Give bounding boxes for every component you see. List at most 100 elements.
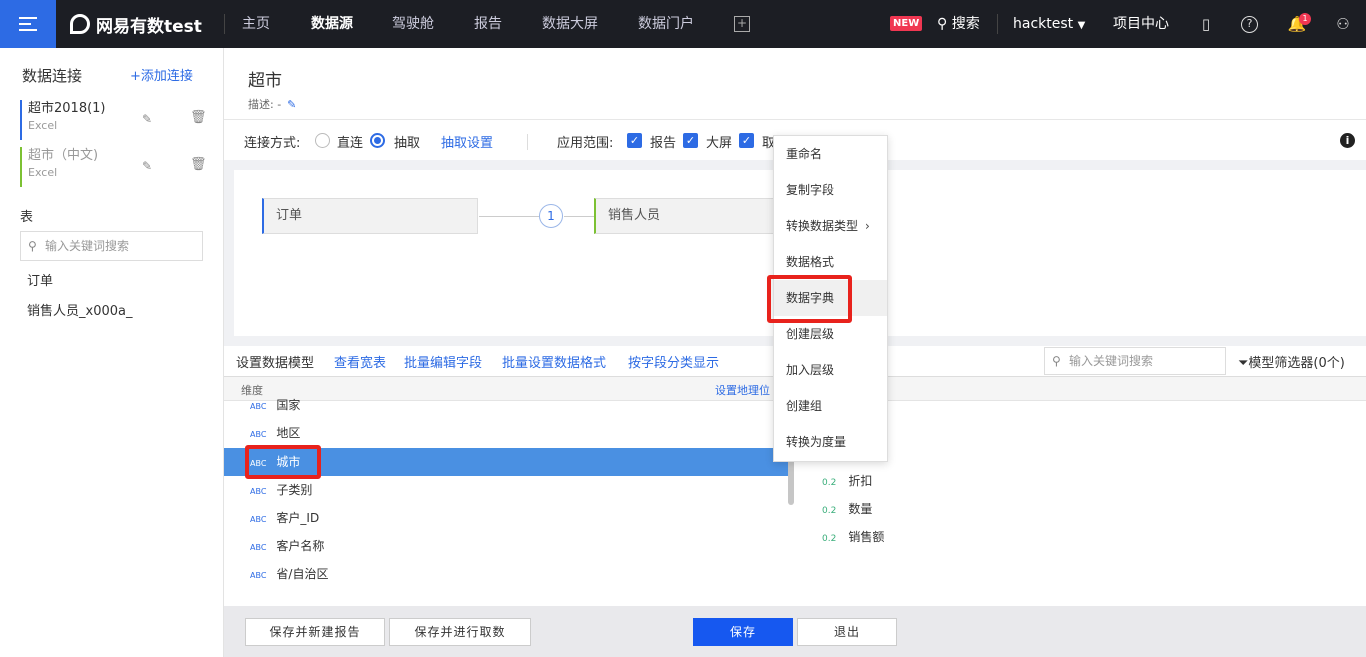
menu-item-convert-type[interactable]: 转换数据类型 › <box>774 208 887 244</box>
dimension-row[interactable]: ABC 省/自治区 <box>224 560 788 588</box>
menu-item-create-group[interactable]: 创建组 <box>774 388 887 424</box>
connection-item[interactable]: 超市（中文) Excel ✎ 🗑 <box>20 147 210 187</box>
cockpit-checkbox[interactable]: ✓ <box>739 133 754 148</box>
nav-home[interactable]: 主页 <box>242 0 270 48</box>
project-center-link[interactable]: 项目中心 <box>1113 0 1169 48</box>
number-type-icon: 0.2 <box>822 534 837 544</box>
notification-badge: 1 <box>1299 13 1311 25</box>
field-name: 国家 <box>276 398 301 412</box>
group-by-category-link[interactable]: 按字段分类显示 <box>628 352 719 371</box>
menu-item-copy-field[interactable]: 复制字段 <box>774 172 887 208</box>
new-badge: NEW <box>890 16 923 31</box>
text-type-icon: ABC <box>250 571 267 580</box>
bookmark-icon[interactable]: ▯ <box>1196 14 1216 34</box>
connection-name: 超市2018(1) <box>28 101 106 116</box>
table-search-input[interactable]: ⚲ 输入关键词搜索 <box>20 231 203 261</box>
extract-label: 抽取 <box>394 136 421 151</box>
view-wide-table-link[interactable]: 查看宽表 <box>334 352 386 371</box>
model-filter-button[interactable]: ⏷模型筛选器(0个) <box>1238 352 1345 371</box>
connection-type: Excel <box>28 166 58 179</box>
connection-item[interactable]: 超市2018(1) Excel ✎ 🗑 <box>20 100 210 140</box>
dimension-row[interactable]: ABC 客户_ID <box>224 504 788 532</box>
menu-item-rename[interactable]: 重命名 <box>774 136 887 172</box>
edit-icon[interactable]: ✎ <box>142 112 152 126</box>
dimension-row[interactable]: ABC 地区 <box>224 419 788 447</box>
highlight-box <box>245 445 321 479</box>
text-type-icon: ABC <box>250 487 267 496</box>
field-search-input[interactable]: ⚲ 输入关键词搜索 <box>1044 347 1226 375</box>
top-search-button[interactable]: ⚲ 搜索 <box>937 0 980 48</box>
table-search-placeholder: 输入关键词搜索 <box>45 239 130 253</box>
relation-count[interactable]: 1 <box>539 204 563 228</box>
dimension-row[interactable]: ABC 子类别 <box>224 476 788 504</box>
chevron-right-icon: › <box>865 219 870 233</box>
add-icon[interactable]: + <box>734 16 750 32</box>
nav-divider <box>224 14 225 34</box>
user-icon[interactable]: ⚇ <box>1333 14 1353 34</box>
tables-label: 表 <box>20 210 34 225</box>
menu-item-add-to-hierarchy[interactable]: 加入层级 <box>774 352 887 388</box>
text-type-icon: ABC <box>250 402 267 411</box>
field-search-placeholder: 输入关键词搜索 <box>1069 354 1154 368</box>
nav-cockpit[interactable]: 驾驶舱 <box>392 0 434 48</box>
connection-name: 超市（中文) <box>28 148 99 163</box>
user-name: hacktest <box>1013 16 1074 32</box>
nav-data-portal[interactable]: 数据门户 <box>638 0 694 48</box>
save-new-report-button[interactable]: 保存并新建报告 <box>245 618 385 646</box>
info-icon[interactable]: i <box>1340 133 1355 148</box>
dimension-row[interactable]: ABC 客户名称 <box>224 532 788 560</box>
exit-button[interactable]: 退出 <box>797 618 897 646</box>
direct-radio[interactable] <box>315 133 330 148</box>
user-menu[interactable]: hacktest ▼ <box>1013 0 1085 48</box>
field-name: 省/自治区 <box>276 567 329 581</box>
search-icon: ⚲ <box>1052 354 1061 368</box>
field-name: 子类别 <box>276 483 313 497</box>
add-connection-button[interactable]: +添加连接 <box>130 65 193 84</box>
measure-row[interactable]: 0.2 数量 <box>822 495 872 523</box>
batch-edit-fields-link[interactable]: 批量编辑字段 <box>404 352 482 371</box>
data-connection-sidebar: 数据连接 +添加连接 超市2018(1) Excel ✎ 🗑 超市（中文) Ex… <box>0 48 224 657</box>
model-node-orders[interactable]: 订单 <box>262 198 478 234</box>
search-icon: ⚲ <box>937 16 948 32</box>
save-button[interactable]: 保存 <box>693 618 793 646</box>
field-name: 客户_ID <box>276 511 320 525</box>
save-extract-button[interactable]: 保存并进行取数 <box>389 618 531 646</box>
measure-name: 折扣 <box>848 474 873 488</box>
highlight-box <box>767 275 852 323</box>
help-icon[interactable]: ? <box>1241 16 1258 33</box>
edit-icon[interactable]: ✎ <box>142 159 152 173</box>
connection-type: Excel <box>28 119 58 132</box>
app-logo[interactable]: 网易有数test <box>70 0 202 48</box>
text-type-icon: ABC <box>250 515 267 524</box>
menu-item-convert-to-measure[interactable]: 转换为度量 <box>774 424 887 460</box>
nav-datasource[interactable]: 数据源 <box>311 0 353 48</box>
nav-data-screen[interactable]: 数据大屏 <box>542 0 598 48</box>
batch-format-link[interactable]: 批量设置数据格式 <box>502 352 606 371</box>
page-title: 超市 <box>248 71 282 91</box>
number-type-icon: 0.2 <box>822 506 837 516</box>
table-item[interactable]: 订单 <box>27 270 53 289</box>
sidebar-title: 数据连接 <box>22 67 83 85</box>
table-item[interactable]: 销售人员_x000a_ <box>27 300 132 319</box>
connection-mode-label: 连接方式: <box>244 136 301 151</box>
trash-icon[interactable]: 🗑 <box>190 157 207 172</box>
description-text: 描述: - <box>248 98 282 111</box>
nav-report[interactable]: 报告 <box>474 0 502 48</box>
extract-settings-link[interactable]: 抽取设置 <box>441 132 493 151</box>
nav-divider <box>997 14 998 34</box>
number-type-icon: 0.2 <box>822 478 837 488</box>
menu-icon[interactable] <box>0 0 56 48</box>
relation-line <box>479 216 539 217</box>
measure-row[interactable]: 0.2 折扣 <box>822 467 872 495</box>
report-checkbox[interactable]: ✓ <box>627 133 642 148</box>
logo-text: 网易有数test <box>96 16 202 37</box>
measure-row[interactable]: 0.2 销售额 <box>822 523 884 551</box>
description: 描述: - ✎ <box>248 96 296 112</box>
screen-checkbox[interactable]: ✓ <box>683 133 698 148</box>
dimension-row[interactable]: ABC 国家 <box>224 393 788 417</box>
extract-radio[interactable] <box>370 133 385 148</box>
top-navigation-bar: 网易有数test 主页 数据源 驾驶舱 报告 数据大屏 数据门户 + NEW ⚲… <box>0 0 1366 48</box>
trash-icon[interactable]: 🗑 <box>190 110 207 125</box>
report-label: 报告 <box>650 136 677 151</box>
edit-icon[interactable]: ✎ <box>287 98 296 111</box>
